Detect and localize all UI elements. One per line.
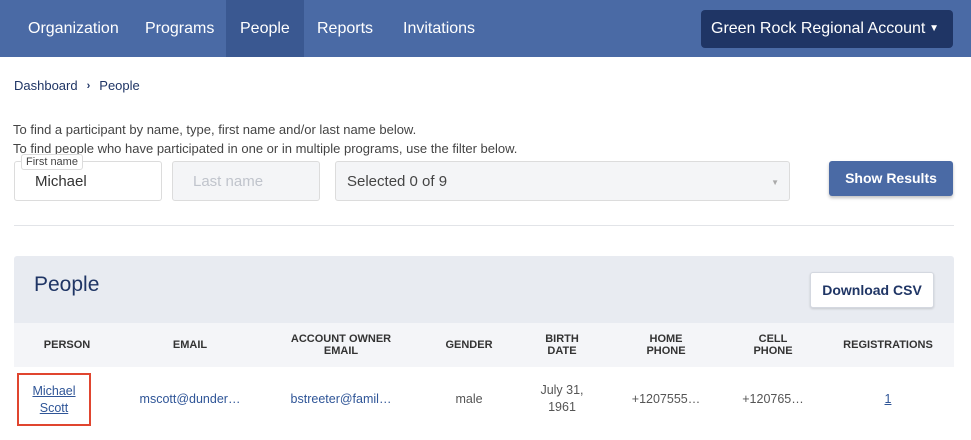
- column-home-phone[interactable]: HOME PHONE: [631, 323, 701, 367]
- nav-programs[interactable]: Programs: [131, 0, 228, 57]
- first-name-field: First name: [14, 154, 162, 201]
- help-text-line-2: To find people who have participated in …: [13, 141, 518, 156]
- email-cell[interactable]: mscott@dunder…: [130, 367, 250, 431]
- home-phone-cell: +1207555…: [631, 391, 701, 406]
- birth-date-cell: July 31, 1961: [540, 383, 584, 414]
- nav-organization[interactable]: Organization: [14, 0, 133, 57]
- download-csv-button[interactable]: Download CSV: [810, 272, 934, 308]
- top-nav: Organization Programs People Reports Inv…: [0, 0, 971, 57]
- show-results-button[interactable]: Show Results: [829, 161, 953, 196]
- column-cell-phone[interactable]: CELL PHONE: [740, 323, 806, 367]
- caret-down-icon: ▼: [771, 178, 779, 187]
- caret-down-icon: ▼: [929, 23, 939, 34]
- owner-email-cell[interactable]: bstreeter@famil…: [276, 367, 406, 431]
- nav-people[interactable]: People: [226, 0, 304, 57]
- account-name: Green Rock Regional Account: [711, 20, 926, 37]
- person-link[interactable]: Michael Scott: [19, 383, 89, 417]
- people-title: People: [34, 273, 100, 296]
- help-text-line-1: To find a participant by name, type, fir…: [13, 122, 417, 137]
- program-filter-value: Selected 0 of 9: [347, 173, 448, 190]
- last-name-input[interactable]: [173, 162, 319, 200]
- breadcrumb: Dashboard › People: [14, 78, 140, 93]
- column-account-owner-email[interactable]: ACCOUNT OWNER EMAIL: [276, 323, 406, 367]
- program-filter-select[interactable]: Selected 0 of 9 ▼: [335, 161, 790, 201]
- chevron-right-icon: ›: [86, 79, 91, 92]
- nav-reports[interactable]: Reports: [303, 0, 387, 57]
- registrations-cell: 1: [830, 367, 946, 431]
- last-name-field: [172, 161, 320, 201]
- person-cell-highlight: Michael Scott: [17, 373, 91, 426]
- column-person[interactable]: PERSON: [14, 323, 120, 367]
- breadcrumb-current: People: [99, 78, 140, 93]
- people-panel: People Download CSV PERSON EMAIL ACCOUNT…: [14, 256, 954, 431]
- cell-phone-cell: +120765…: [742, 391, 804, 406]
- registrations-link[interactable]: 1: [885, 391, 892, 408]
- column-gender[interactable]: GENDER: [429, 323, 509, 367]
- column-birth-date[interactable]: BIRTH DATE: [532, 323, 592, 367]
- first-name-label: First name: [21, 154, 83, 170]
- divider: [14, 225, 954, 226]
- gender-cell: male: [455, 391, 483, 406]
- breadcrumb-dashboard[interactable]: Dashboard: [14, 78, 78, 93]
- table-row: Michael Scott mscott@dunder… bstreeter@f…: [14, 367, 954, 431]
- column-email[interactable]: EMAIL: [130, 323, 250, 367]
- column-registrations[interactable]: REGISTRATIONS: [830, 323, 946, 367]
- table-header: PERSON EMAIL ACCOUNT OWNER EMAIL GENDER …: [14, 323, 954, 367]
- account-switcher-button[interactable]: Green Rock Regional Account ▼: [701, 10, 953, 48]
- nav-invitations[interactable]: Invitations: [389, 0, 489, 57]
